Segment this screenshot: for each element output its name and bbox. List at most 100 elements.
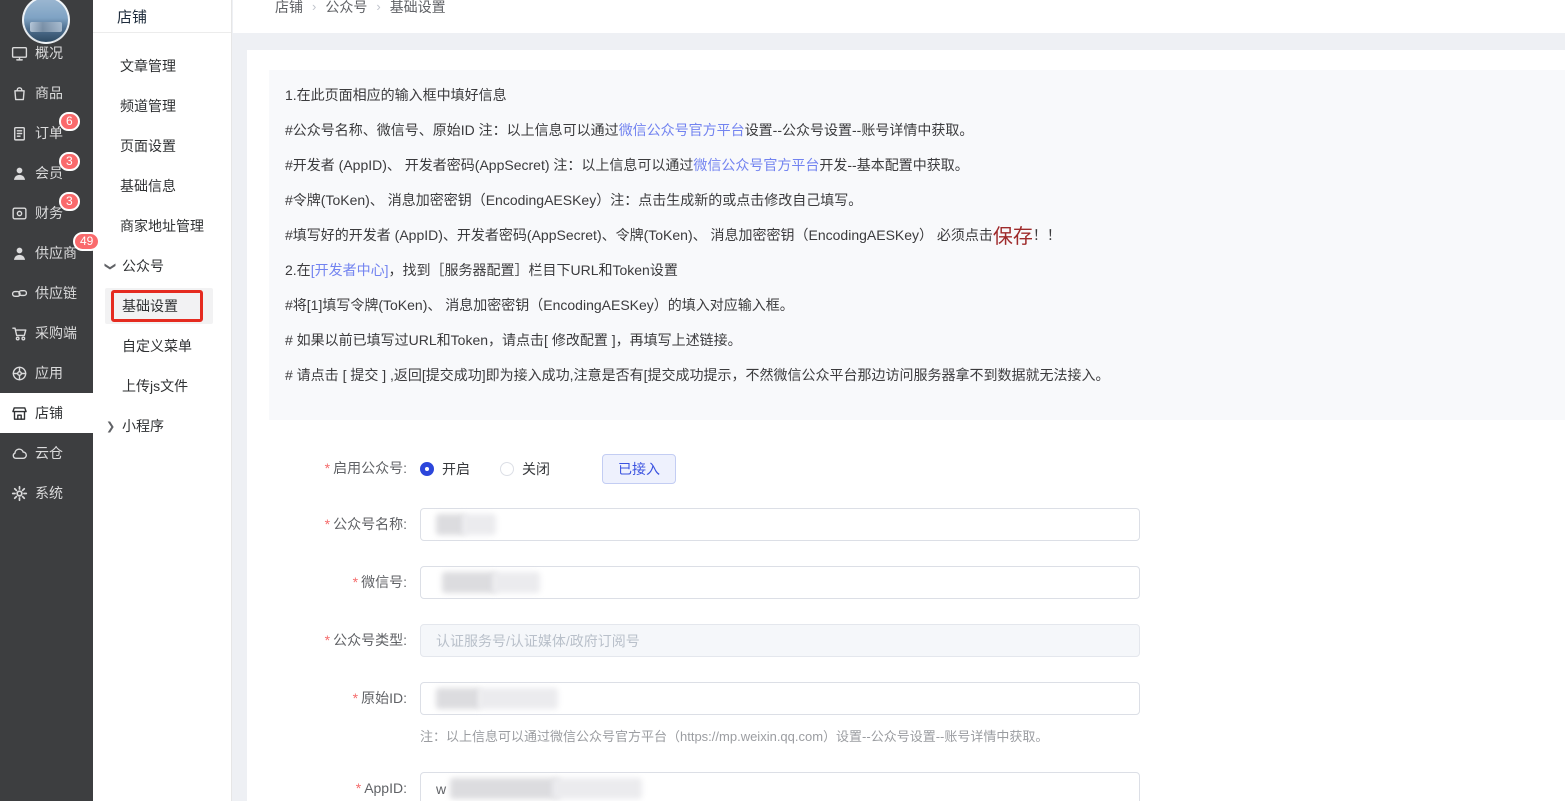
sidebar-item-supply-chain[interactable]: 供应链 xyxy=(0,273,93,313)
appid-input[interactable] xyxy=(420,772,1140,801)
radio-enable-on[interactable]: 开启 xyxy=(420,459,470,479)
radio-dot-icon xyxy=(500,462,514,476)
submenu-item-page-settings[interactable]: 页面设置 xyxy=(93,126,231,166)
sidebar-item-label: 订单 xyxy=(35,123,63,143)
submenu-item-label: 基础设置 xyxy=(122,296,178,316)
original-id-row: *原始ID: xyxy=(247,682,1565,716)
submenu-item-basic-settings[interactable]: 基础设置 xyxy=(93,286,231,326)
shop-icon xyxy=(11,405,28,422)
instruction-line: #公众号名称、微信号、原始ID 注：以上信息可以通过微信公众号官方平台设置--公… xyxy=(285,112,1565,147)
instruction-line: # 如果以前已填写过URL和Token，请点击[ 修改配置 ]，再填写上述链接。 xyxy=(285,322,1565,357)
order-icon xyxy=(11,125,28,142)
sidebar-item-goods[interactable]: 商品 xyxy=(0,73,93,113)
field-label: *公众号类型: xyxy=(247,624,407,657)
apps-icon xyxy=(11,365,28,382)
cloud-icon xyxy=(11,445,28,462)
sidebar-item-finance[interactable]: 财务3 xyxy=(0,193,93,233)
instruction-text: #公众号名称、微信号、原始ID 注：以上信息可以通过 xyxy=(285,120,619,140)
sidebar-item-system[interactable]: 系统 xyxy=(0,473,93,513)
sidebar-item-members[interactable]: 会员3 xyxy=(0,153,93,193)
connected-status-button[interactable]: 已接入 xyxy=(602,454,676,484)
submenu-item-official-account[interactable]: ❯公众号 xyxy=(93,246,231,286)
sidebar-item-overview[interactable]: 概况 xyxy=(0,33,93,73)
cart-icon xyxy=(11,325,28,342)
secondary-sidebar: 店铺 文章管理频道管理页面设置基础信息商家地址管理 ❯公众号基础设置自定义菜单上传… xyxy=(93,0,232,801)
badge-count: 49 xyxy=(73,232,100,251)
account-type-row: *公众号类型: xyxy=(247,624,1565,658)
supply-chain-icon xyxy=(11,285,28,302)
instruction-link[interactable]: 微信公众号官方平台 xyxy=(693,155,819,175)
account-type-input xyxy=(420,624,1140,657)
save-emphasis-text: 保存 xyxy=(993,220,1033,249)
wechat-id-row: *微信号: xyxy=(247,566,1565,600)
original-id-input[interactable] xyxy=(420,682,1140,715)
submenu-item-label: 基础信息 xyxy=(120,176,176,196)
instruction-text: #开发者 (AppID)、 开发者密码(AppSecret) 注：以上信息可以通… xyxy=(285,155,693,175)
topbar: 店铺 › 公众号 › 基础设置 xyxy=(233,0,1565,33)
sidebar-item-label: 系统 xyxy=(35,483,63,503)
submenu-item-label: 文章管理 xyxy=(120,56,176,76)
submenu-item-custom-menu[interactable]: 自定义菜单 xyxy=(93,326,231,366)
sidebar-item-cloud-depot[interactable]: 云仓 xyxy=(0,433,93,473)
submenu-item-label: 商家地址管理 xyxy=(120,216,204,236)
breadcrumb: 店铺 › 公众号 › 基础设置 xyxy=(275,0,446,16)
sidebar-item-label: 财务 xyxy=(35,203,63,223)
instruction-text: # 如果以前已填写过URL和Token，请点击[ 修改配置 ]，再填写上述链接。 xyxy=(285,330,742,350)
radio-dot-icon xyxy=(420,462,434,476)
bag-icon xyxy=(11,85,28,102)
breadcrumb-separator-icon: › xyxy=(376,0,380,16)
instruction-text: ，找到［服务器配置］栏目下URL和Token设置 xyxy=(388,260,677,280)
instruction-panel: 1.在此页面相应的输入框中填好信息#公众号名称、微信号、原始ID 注：以上信息可… xyxy=(269,70,1565,420)
submenu-list: 文章管理频道管理页面设置基础信息商家地址管理 ❯公众号基础设置自定义菜单上传js文… xyxy=(93,46,231,446)
breadcrumb-item[interactable]: 基础设置 xyxy=(390,0,446,16)
instruction-line: #开发者 (AppID)、 开发者密码(AppSecret) 注：以上信息可以通… xyxy=(285,147,1565,182)
breadcrumb-item[interactable]: 店铺 xyxy=(275,0,303,16)
sidebar-item-label: 应用 xyxy=(35,363,63,383)
radio-enable-off[interactable]: 关闭 xyxy=(500,459,550,479)
sidebar-item-label: 会员 xyxy=(35,163,63,183)
sidebar-item-label: 供应链 xyxy=(35,283,77,303)
instruction-text: ！！ xyxy=(1033,225,1061,245)
sidebar-menu: 概况商品订单6会员3财务3供应商49供应链采购端应用店铺云仓系统 xyxy=(0,33,93,513)
submenu-item-mini-program[interactable]: ❯小程序 xyxy=(93,406,231,446)
content-background: 1.在此页面相应的输入框中填好信息#公众号名称、微信号、原始ID 注：以上信息可… xyxy=(233,33,1565,801)
wechat-id-input[interactable] xyxy=(420,566,1140,599)
badge-count: 6 xyxy=(59,112,80,131)
primary-sidebar: 概况商品订单6会员3财务3供应商49供应链采购端应用店铺云仓系统 xyxy=(0,0,93,801)
sidebar-item-shop[interactable]: 店铺 xyxy=(0,393,93,433)
field-note: 注：以上信息可以通过微信公众号官方平台（https://mp.weixin.qq… xyxy=(420,726,1048,745)
account-name-row: *公众号名称: xyxy=(247,508,1565,542)
sidebar-item-label: 商品 xyxy=(35,83,63,103)
submenu-item-basic-info[interactable]: 基础信息 xyxy=(93,166,231,206)
submenu-item-article-management[interactable]: 文章管理 xyxy=(93,46,231,86)
field-label: *原始ID: xyxy=(247,682,407,715)
main-area: 店铺 › 公众号 › 基础设置 1.在此页面相应的输入框中填好信息#公众号名称、微信号、… xyxy=(233,0,1565,801)
sidebar-item-procurement[interactable]: 采购端 xyxy=(0,313,93,353)
instruction-line: #填写好的开发者 (AppID)、开发者密码(AppSecret)、令牌(ToK… xyxy=(285,217,1565,252)
instruction-text: 2.在 xyxy=(285,260,311,280)
monitor-icon xyxy=(11,45,28,62)
submenu-item-upload-js[interactable]: 上传js文件 xyxy=(93,366,231,406)
submenu-item-label: 频道管理 xyxy=(120,96,176,116)
sidebar-item-orders[interactable]: 订单6 xyxy=(0,113,93,153)
submenu-title: 店铺 xyxy=(93,0,231,33)
breadcrumb-separator-icon: › xyxy=(312,0,316,16)
instruction-text: # 请点击 [ 提交 ] ,返回[提交成功]即为接入成功,注意是否有[提交成功提… xyxy=(285,365,1109,385)
active-item-background: 基础设置 xyxy=(105,288,213,324)
instruction-text: #将[1]填写令牌(ToKen)、 消息加密密钥（EncodingAESKey）… xyxy=(285,295,794,315)
instruction-text: #令牌(ToKen)、 消息加密密钥（EncodingAESKey）注：点击生成… xyxy=(285,190,862,210)
submenu-item-channel-management[interactable]: 频道管理 xyxy=(93,86,231,126)
required-mark: * xyxy=(325,460,330,476)
instruction-link[interactable]: 微信公众号官方平台 xyxy=(619,120,745,140)
account-name-input[interactable] xyxy=(420,508,1140,541)
sidebar-item-suppliers[interactable]: 供应商49 xyxy=(0,233,93,273)
sidebar-item-label: 店铺 xyxy=(35,403,63,423)
breadcrumb-item[interactable]: 公众号 xyxy=(325,0,367,16)
instruction-line: 2.在[开发者中心]，找到［服务器配置］栏目下URL和Token设置 xyxy=(285,252,1565,287)
sidebar-item-apps[interactable]: 应用 xyxy=(0,353,93,393)
field-label: *启用公众号: xyxy=(247,452,407,485)
field-label: *公众号名称: xyxy=(247,508,407,541)
sidebar-item-label: 供应商 xyxy=(35,243,77,263)
instruction-link[interactable]: [开发者中心] xyxy=(311,260,389,280)
submenu-item-merchant-address[interactable]: 商家地址管理 xyxy=(93,206,231,246)
